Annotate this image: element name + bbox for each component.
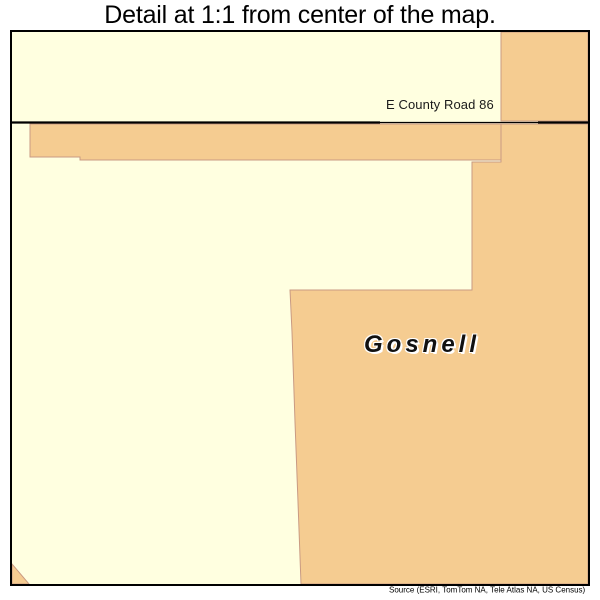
- gosnell-polygon-north-block: [500, 32, 588, 122]
- map-detail-page: Detail at 1:1 from center of the map. E …: [0, 0, 600, 600]
- map-frame: [10, 30, 590, 586]
- place-label-gosnell: Gosnell: [364, 331, 481, 358]
- source-attribution: Source (ESRI, TomTom NA, Tele Atlas NA, …: [389, 585, 586, 595]
- road-label-e-county-road-86: E County Road 86: [386, 97, 494, 112]
- page-title: Detail at 1:1 from center of the map.: [104, 1, 496, 29]
- map-canvas: [12, 32, 588, 584]
- gosnell-polygon-west-band: [29, 123, 502, 161]
